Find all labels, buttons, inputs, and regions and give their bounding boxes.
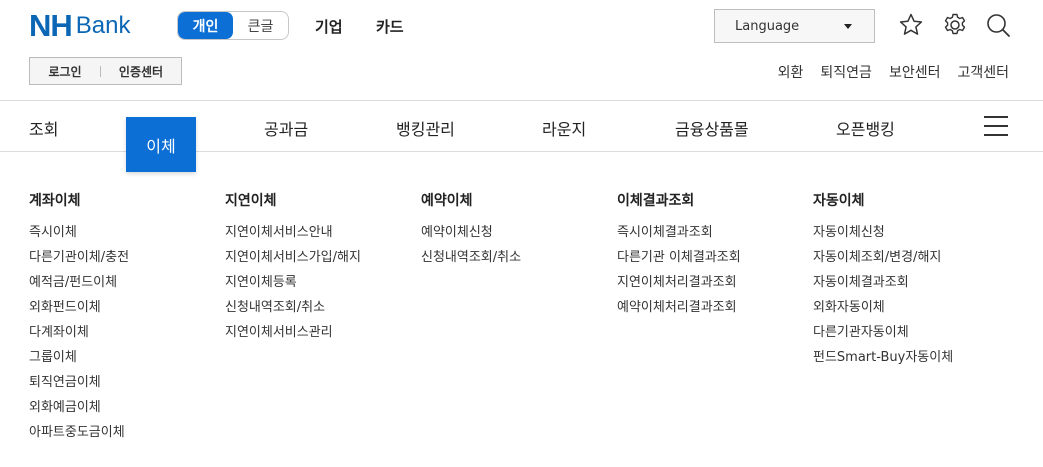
menu-column-account-transfer: 계좌이체 즉시이체 다른기관이체/충전 예적금/펀드이체 외화펀드이체 다계좌이… [29,192,129,445]
certificate-center-button[interactable]: 인증센터 [101,63,181,80]
menu-item[interactable]: 예약이체처리결과조회 [617,295,741,320]
logo-nh: NH [29,8,73,43]
gnb-item-lounge[interactable]: 라운지 [542,116,586,140]
mode-personal-button[interactable]: 개인 [178,12,233,39]
menu-item[interactable]: 신청내역조회/취소 [225,295,361,320]
gnb-item-inquiry[interactable]: 조회 [29,116,58,140]
nh-bank-logo[interactable]: NH Bank [29,8,131,43]
menu-item[interactable]: 신청내역조회/취소 [421,245,521,270]
login-button[interactable]: 로그인 [30,63,100,80]
menu-item[interactable]: 지연이체서비스관리 [225,320,361,345]
menu-item[interactable]: 예약이체신청 [421,220,521,245]
util-link-forex[interactable]: 외환 [778,62,804,82]
utility-links: 외환 퇴직연금 보안센터 고객센터 [778,62,1009,82]
menu-column-title: 지연이체 [225,193,277,209]
menu-item[interactable]: 자동이체결과조회 [813,270,953,295]
menu-item[interactable]: 지연이체서비스가입/해지 [225,245,361,270]
menu-item[interactable]: 아파트중도금이체 [29,420,129,445]
menu-item[interactable]: 자동이체신청 [813,220,953,245]
gnb-item-banking-management[interactable]: 뱅킹관리 [396,116,455,140]
util-link-pension[interactable]: 퇴직연금 [820,62,872,82]
menu-item[interactable]: 외화예금이체 [29,395,129,420]
menu-item[interactable]: 다른기관이체/충전 [29,245,129,270]
search-icon[interactable] [985,12,1011,38]
menu-item[interactable]: 지연이체처리결과조회 [617,270,741,295]
menu-item[interactable]: 퇴직연금이체 [29,370,129,395]
menu-item[interactable]: 자동이체조회/변경/해지 [813,245,953,270]
menu-column-title: 예약이체 [421,193,473,209]
menu-item[interactable]: 지연이체등록 [225,270,361,295]
language-select[interactable]: Language [714,9,875,43]
star-icon[interactable] [898,12,924,38]
menu-item[interactable]: 다른기관자동이체 [813,320,953,345]
menu-column-transfer-results: 이체결과조회 즉시이체결과조회 다른기관 이체결과조회 지연이체처리결과조회 예… [617,192,741,320]
menu-item[interactable]: 다계좌이체 [29,320,129,345]
menu-item[interactable]: 지연이체서비스안내 [225,220,361,245]
util-link-customer[interactable]: 고객센터 [957,62,1009,82]
util-link-security[interactable]: 보안센터 [889,62,941,82]
menu-item[interactable]: 펀드Smart-Buy자동이체 [813,345,953,370]
menu-item[interactable]: 즉시이체결과조회 [617,220,741,245]
menu-item[interactable]: 외화펀드이체 [29,295,129,320]
login-box: 로그인 인증센터 [29,57,182,85]
menu-item[interactable]: 그룹이체 [29,345,129,370]
gnb-item-transfer[interactable]: 이체 [126,117,196,172]
card-link[interactable]: 카드 [376,16,404,37]
gear-icon[interactable] [942,12,968,38]
corporate-link[interactable]: 기업 [315,16,343,37]
gnb-item-open-banking[interactable]: 오픈뱅킹 [836,116,895,140]
logo-bank: Bank [75,12,131,39]
menu-column-title: 계좌이체 [29,193,81,209]
menu-column-auto-transfer: 자동이체 자동이체신청 자동이체조회/변경/해지 자동이체결과조회 외화자동이체… [813,192,953,370]
view-mode-toggle: 개인 큰글 [177,11,289,40]
menu-column-delayed-transfer: 지연이체 지연이체서비스안내 지연이체서비스가입/해지 지연이체등록 신청내역조… [225,192,361,345]
menu-item[interactable]: 다른기관 이체결과조회 [617,245,741,270]
menu-column-title: 이체결과조회 [617,193,695,209]
mode-large-text-button[interactable]: 큰글 [233,12,288,39]
hamburger-menu-icon[interactable] [984,114,1010,138]
caret-down-icon [844,24,852,29]
menu-item[interactable]: 예적금/펀드이체 [29,270,129,295]
menu-column-scheduled-transfer: 예약이체 예약이체신청 신청내역조회/취소 [421,192,521,270]
menu-item[interactable]: 즉시이체 [29,220,129,245]
menu-column-title: 자동이체 [813,193,865,209]
language-label: Language [735,18,800,34]
gnb-item-utility-bills[interactable]: 공과금 [264,116,308,140]
gnb-item-financial-products[interactable]: 금융상품몰 [675,116,749,140]
menu-item[interactable]: 외화자동이체 [813,295,953,320]
